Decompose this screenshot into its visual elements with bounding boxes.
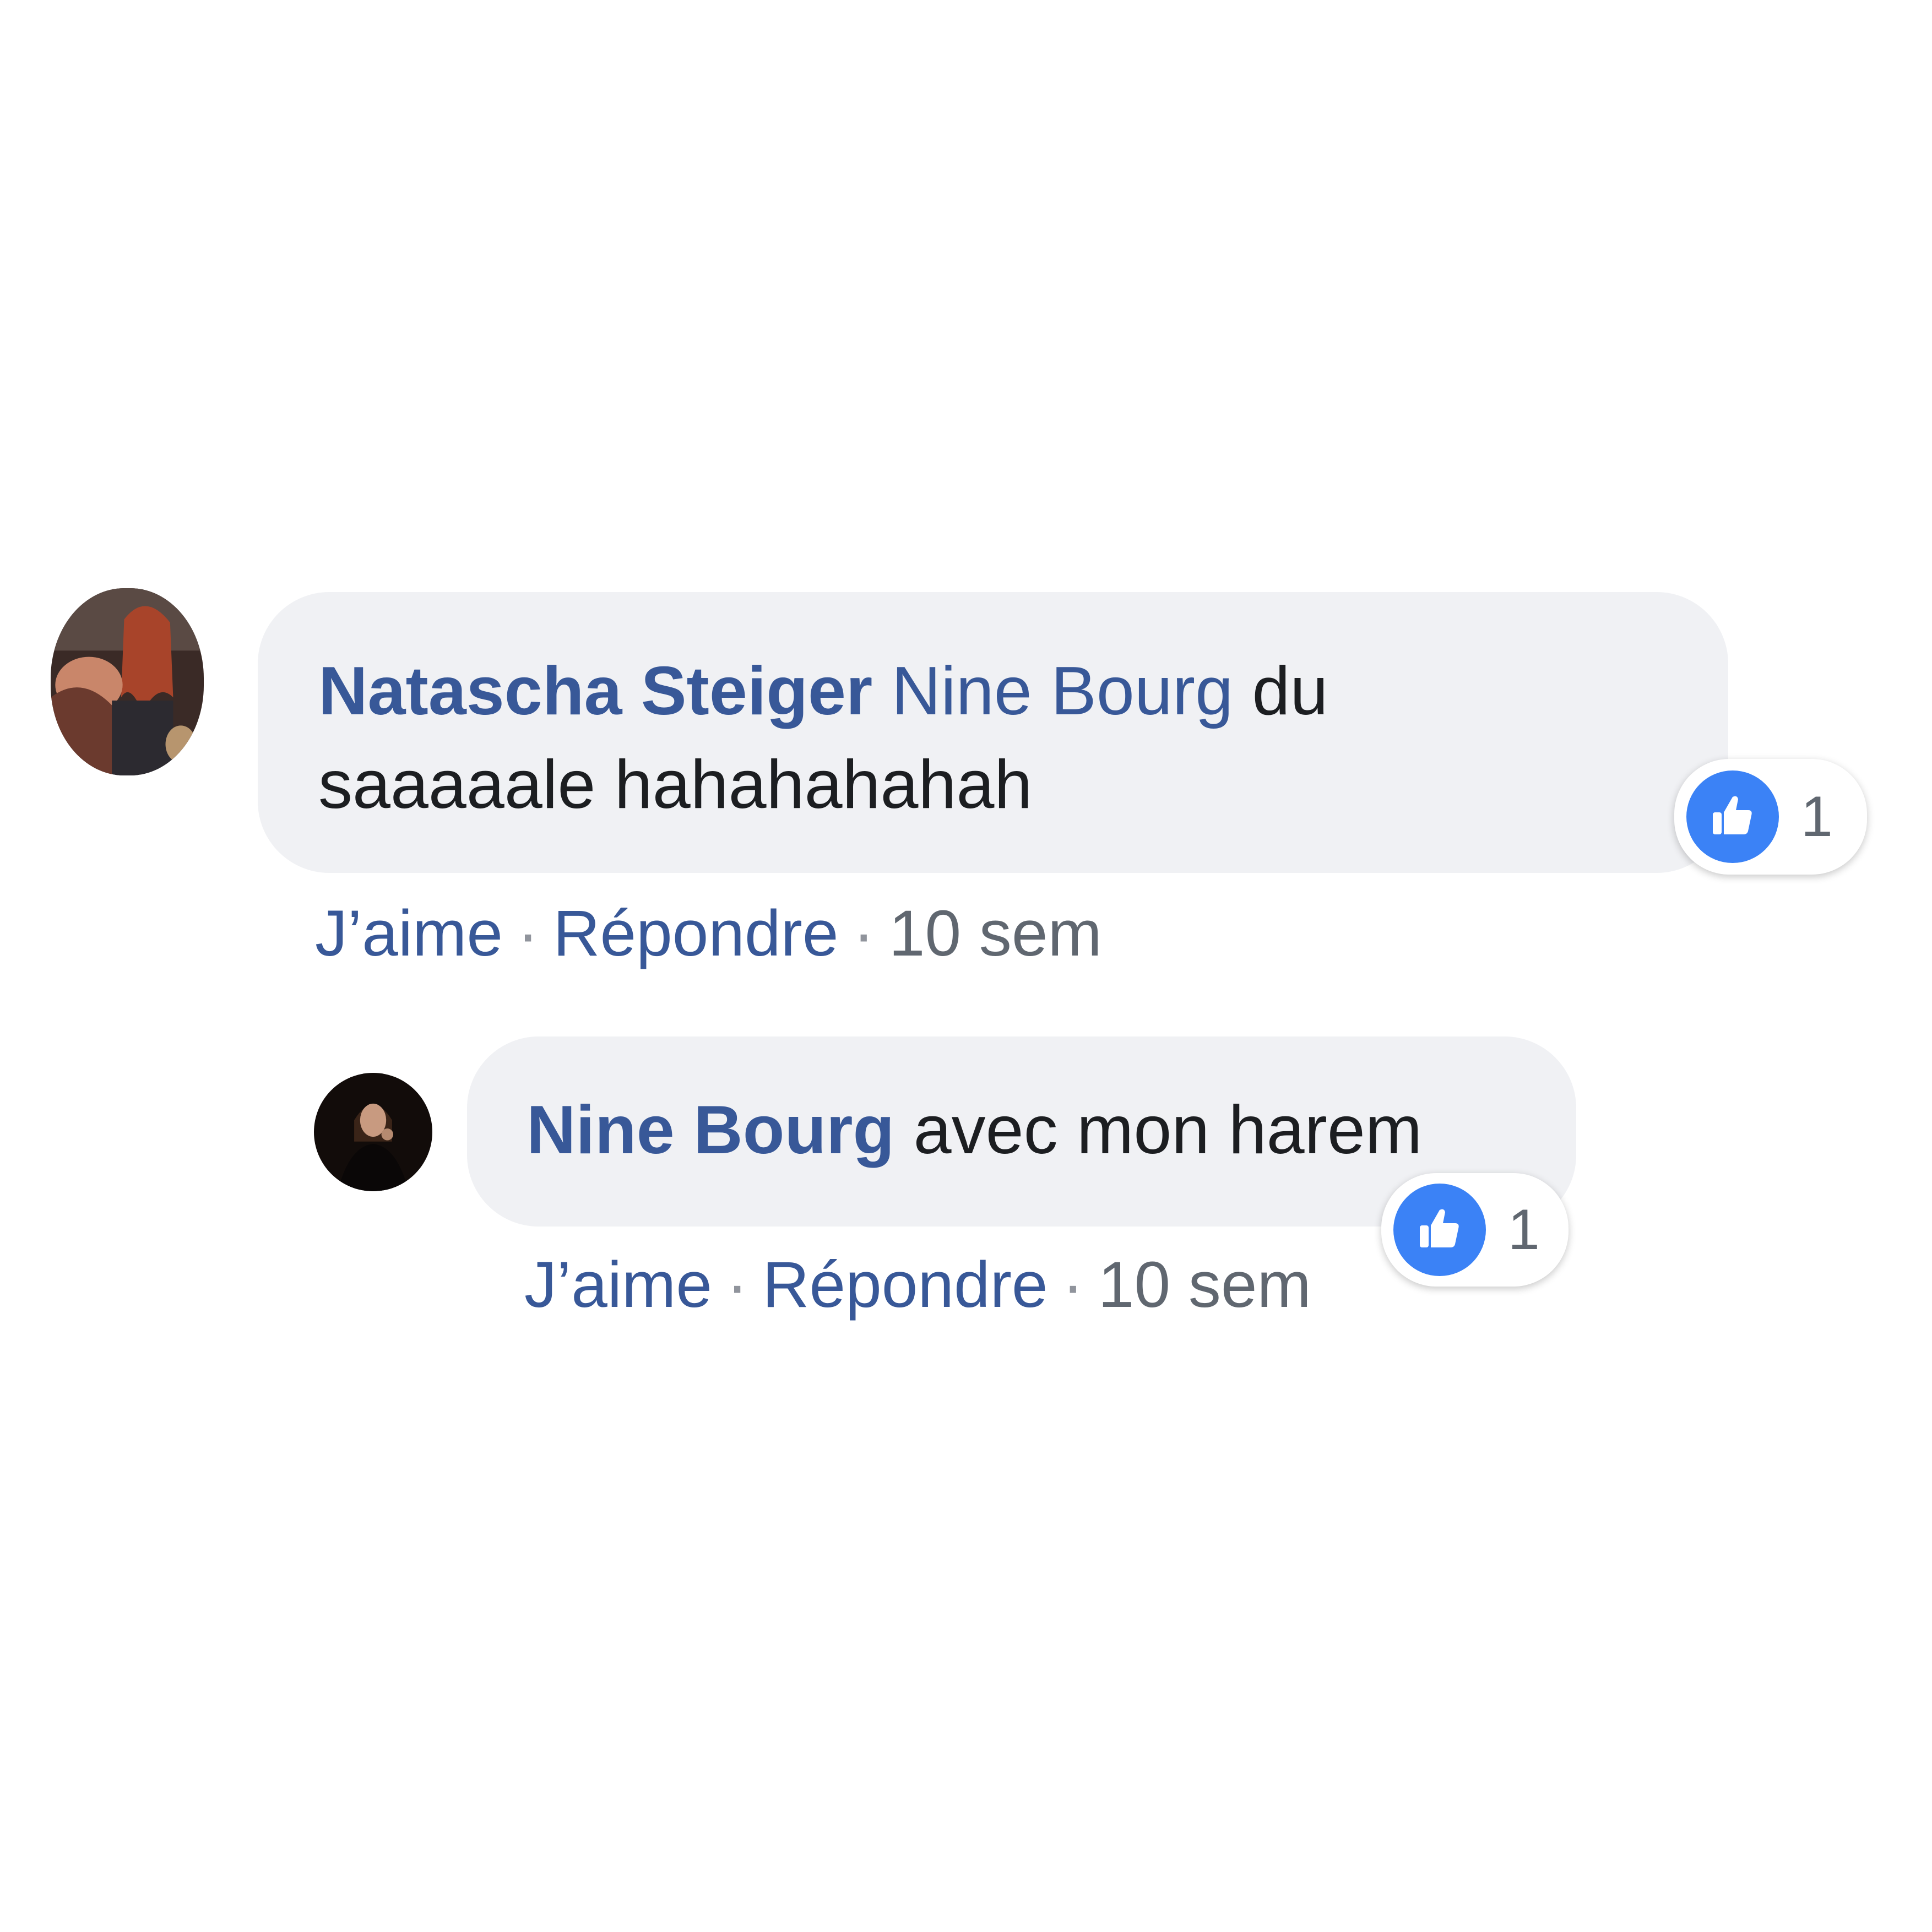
timestamp-link[interactable]: 10 sem <box>1098 1249 1311 1321</box>
separator: · <box>853 897 875 970</box>
separator: · <box>517 897 539 970</box>
avatar-photo-icon <box>51 588 204 775</box>
timestamp-link[interactable]: 10 sem <box>889 897 1102 970</box>
comment-body: du <box>1252 653 1328 729</box>
comment-1-reactions[interactable]: 1 <box>1674 759 1867 875</box>
like-link[interactable]: J’aime <box>524 1249 712 1321</box>
comment-1-avatar[interactable] <box>51 588 204 775</box>
comment-author-link[interactable]: Nine Bourg <box>527 1092 894 1168</box>
comment-2-avatar[interactable] <box>314 1073 432 1191</box>
avatar-photo-icon <box>314 1073 432 1191</box>
comment-2-text: Nine Bourg avec mon harem <box>527 1083 1576 1177</box>
reply-link[interactable]: Répondre <box>553 897 838 970</box>
separator: · <box>1062 1249 1084 1321</box>
reply-link[interactable]: Répondre <box>762 1249 1048 1321</box>
comment-1-text-line-1: Natascha Steiger Nine Bourg du <box>318 644 1728 738</box>
reaction-count: 1 <box>1801 784 1833 849</box>
thumbs-up-icon <box>1393 1184 1486 1276</box>
comment-1-text-line-2: saaaaale hahahahahah <box>318 747 1033 823</box>
thumbs-up-icon <box>1686 770 1779 863</box>
mention-link[interactable]: Nine Bourg <box>892 653 1233 729</box>
like-link[interactable]: J’aime <box>315 897 503 970</box>
comment-author-link[interactable]: Natascha Steiger <box>318 653 872 729</box>
comment-1-actions: J’aime · Répondre · 10 sem <box>315 892 1102 975</box>
comment-body: avec mon harem <box>913 1092 1423 1168</box>
comment-2-reactions[interactable]: 1 <box>1381 1173 1569 1287</box>
comment-1-bubble: Natascha Steiger Nine Bourg du saaaaale … <box>258 592 1728 873</box>
reaction-count: 1 <box>1508 1197 1540 1262</box>
comment-2-actions: J’aime · Répondre · 10 sem <box>524 1244 1311 1326</box>
separator: · <box>726 1249 748 1321</box>
